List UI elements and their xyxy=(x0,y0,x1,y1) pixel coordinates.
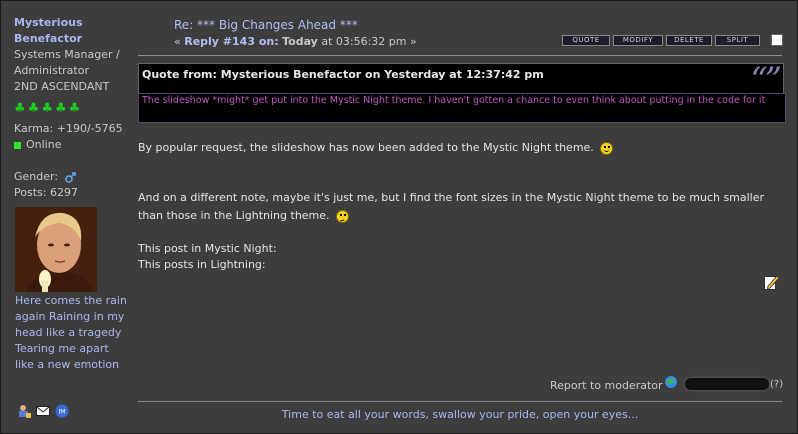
paragraph-2-text: And on a different note, maybe it's just… xyxy=(138,191,765,222)
reply-info: « Reply #143 on: Today at 03:56:32 pm » xyxy=(174,35,417,48)
quote-header-text[interactable]: Quote from: Mysterious Benefactor on Yes… xyxy=(142,68,544,81)
gender-label: Gender: xyxy=(14,170,59,183)
profile-icon[interactable] xyxy=(17,404,31,418)
author-personal-text: Here comes the rain again Raining in my … xyxy=(15,294,127,371)
post-line-lightning: This posts in Lightning: xyxy=(138,258,266,271)
signature-divider xyxy=(138,401,782,402)
huh-smiley-icon xyxy=(335,209,349,223)
profile-links: IM xyxy=(17,404,69,418)
author-name[interactable]: Mysterious Benefactor xyxy=(14,15,132,47)
online-status: Online xyxy=(14,137,132,153)
author-title-line2: Administrator xyxy=(14,64,89,77)
reply-day: Today xyxy=(282,35,318,48)
online-icon xyxy=(14,141,21,149)
author-gender: Gender: xyxy=(14,169,132,185)
star-icon: ♣ xyxy=(14,101,26,116)
quote-button[interactable]: QUOTE xyxy=(562,34,610,46)
author-rank: 2ND ASCENDANT xyxy=(14,80,110,93)
reply-prefix: « xyxy=(174,35,185,48)
modify-button[interactable]: MODIFY xyxy=(613,34,663,46)
online-label: Online xyxy=(26,138,62,151)
star-icon: ♣ xyxy=(68,101,81,116)
star-icon: ♣ xyxy=(27,101,40,116)
rank-stars: ♣ ♣ ♣ ♣ ♣ xyxy=(14,101,132,117)
author-karma: Karma: +190/-5765 xyxy=(14,122,123,135)
signature: Time to eat all your words, swallow your… xyxy=(281,408,639,421)
post-paragraph-1: By popular request, the slideshow has no… xyxy=(138,139,778,157)
select-post-checkbox[interactable] xyxy=(771,34,783,46)
post-paragraph-2: And on a different note, maybe it's just… xyxy=(138,189,782,225)
star-icon: ♣ xyxy=(41,101,53,116)
smiley-icon xyxy=(599,141,613,155)
quote-header: Quote from: Mysterious Benefactor on Yes… xyxy=(138,60,784,100)
forum-post: Mysterious Benefactor Systems Manager / … xyxy=(0,0,798,434)
svg-text:IM: IM xyxy=(59,409,66,416)
star-icon: ♣ xyxy=(54,101,67,116)
email-icon[interactable] xyxy=(36,404,50,418)
messenger-icon[interactable]: IM xyxy=(55,404,69,418)
avatar[interactable] xyxy=(15,207,97,292)
ip-globe-icon xyxy=(665,376,677,388)
male-icon xyxy=(64,171,76,183)
post-subject[interactable]: Re: *** Big Changes Ahead *** xyxy=(174,18,358,32)
split-button[interactable]: SPLIT xyxy=(715,34,760,46)
report-to-moderator-link[interactable]: Report to moderator xyxy=(550,379,663,392)
ip-address-redacted xyxy=(685,378,769,390)
ip-help-link[interactable]: (?) xyxy=(770,379,783,390)
author-posts: Posts: 6297 xyxy=(14,186,78,199)
author-title-line1: Systems Manager / xyxy=(14,48,120,61)
edit-icon[interactable] xyxy=(764,274,779,290)
post-actions: QUOTE MODIFY DELETE SPLIT xyxy=(562,34,783,46)
paragraph-1-text: By popular request, the slideshow has no… xyxy=(138,141,594,154)
reply-number-link[interactable]: Reply #143 on: xyxy=(184,35,278,48)
reply-time: at 03:56:32 pm » xyxy=(321,35,417,48)
author-panel: Mysterious Benefactor Systems Manager / … xyxy=(14,15,132,201)
quote-body: The slideshow *might* get put into the M… xyxy=(138,93,786,123)
header-divider xyxy=(138,55,782,56)
delete-button[interactable]: DELETE xyxy=(666,34,712,46)
